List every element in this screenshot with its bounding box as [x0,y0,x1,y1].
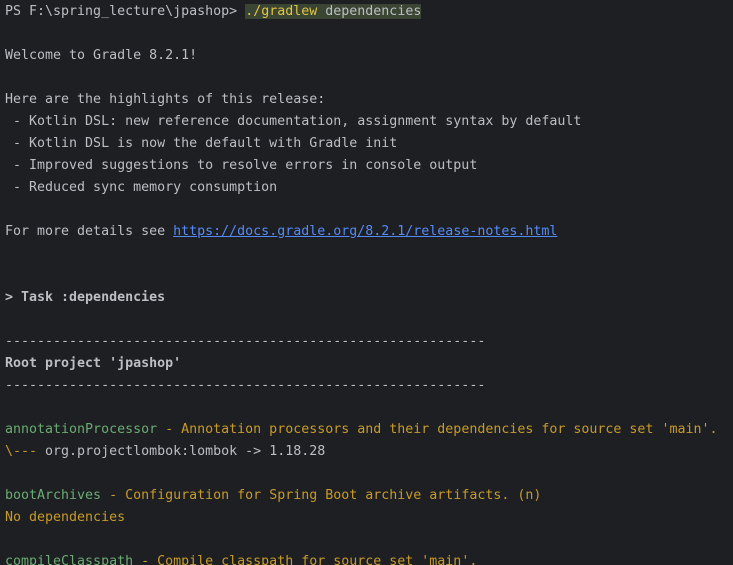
release-notes-link[interactable]: https://docs.gradle.org/8.2.1/release-no… [173,224,557,239]
config-description: - Configuration for Spring Boot archive … [101,488,542,503]
highlight-item: - Reduced sync memory consumption [5,180,278,195]
task-header: > Task :dependencies [5,290,166,305]
highlights-intro: Here are the highlights of this release: [5,92,326,107]
separator-top: ----------------------------------------… [5,334,486,349]
details-line: For more details see https://docs.gradle… [5,221,733,243]
welcome-line: Welcome to Gradle 8.2.1! [5,48,198,63]
prompt-path: PS F:\spring_lecture\jpashop> [5,4,238,19]
highlight-item: - Kotlin DSL is now the default with Gra… [5,136,398,151]
config-line-annotation-processor: annotationProcessor - Annotation process… [5,419,733,441]
separator-bottom: ----------------------------------------… [5,378,486,393]
tree-branch: \--- [5,444,38,459]
config-line-compile-classpath: compileClasspath - Compile classpath for… [5,551,733,565]
terminal-output[interactable]: PS F:\spring_lecture\jpashop> ./gradlew … [0,0,733,565]
command-exe: ./gradlew [245,4,318,19]
config-name: bootArchives [5,488,102,503]
details-prefix: For more details see [5,224,174,239]
no-dependencies-text: No dependencies [5,510,126,525]
prompt-line: PS F:\spring_lecture\jpashop> ./gradlew … [5,1,733,23]
config-description: - Compile classpath for source set 'main… [133,554,478,565]
command-text: ./gradlew dependencies [245,4,422,19]
dependency-text: org.projectlombok:lombok -> 1.18.28 [37,444,326,459]
config-line-boot-archives: bootArchives - Configuration for Spring … [5,485,733,507]
highlight-item: - Improved suggestions to resolve errors… [5,158,478,173]
config-description: - Annotation processors and their depend… [157,422,718,437]
root-project-title: Root project 'jpashop' [5,356,182,371]
dependency-line: \--- org.projectlombok:lombok -> 1.18.28 [5,441,733,463]
command-args: dependencies [325,4,422,19]
highlight-item: - Kotlin DSL: new reference documentatio… [5,114,582,129]
config-name: compileClasspath [5,554,134,565]
config-name: annotationProcessor [5,422,158,437]
